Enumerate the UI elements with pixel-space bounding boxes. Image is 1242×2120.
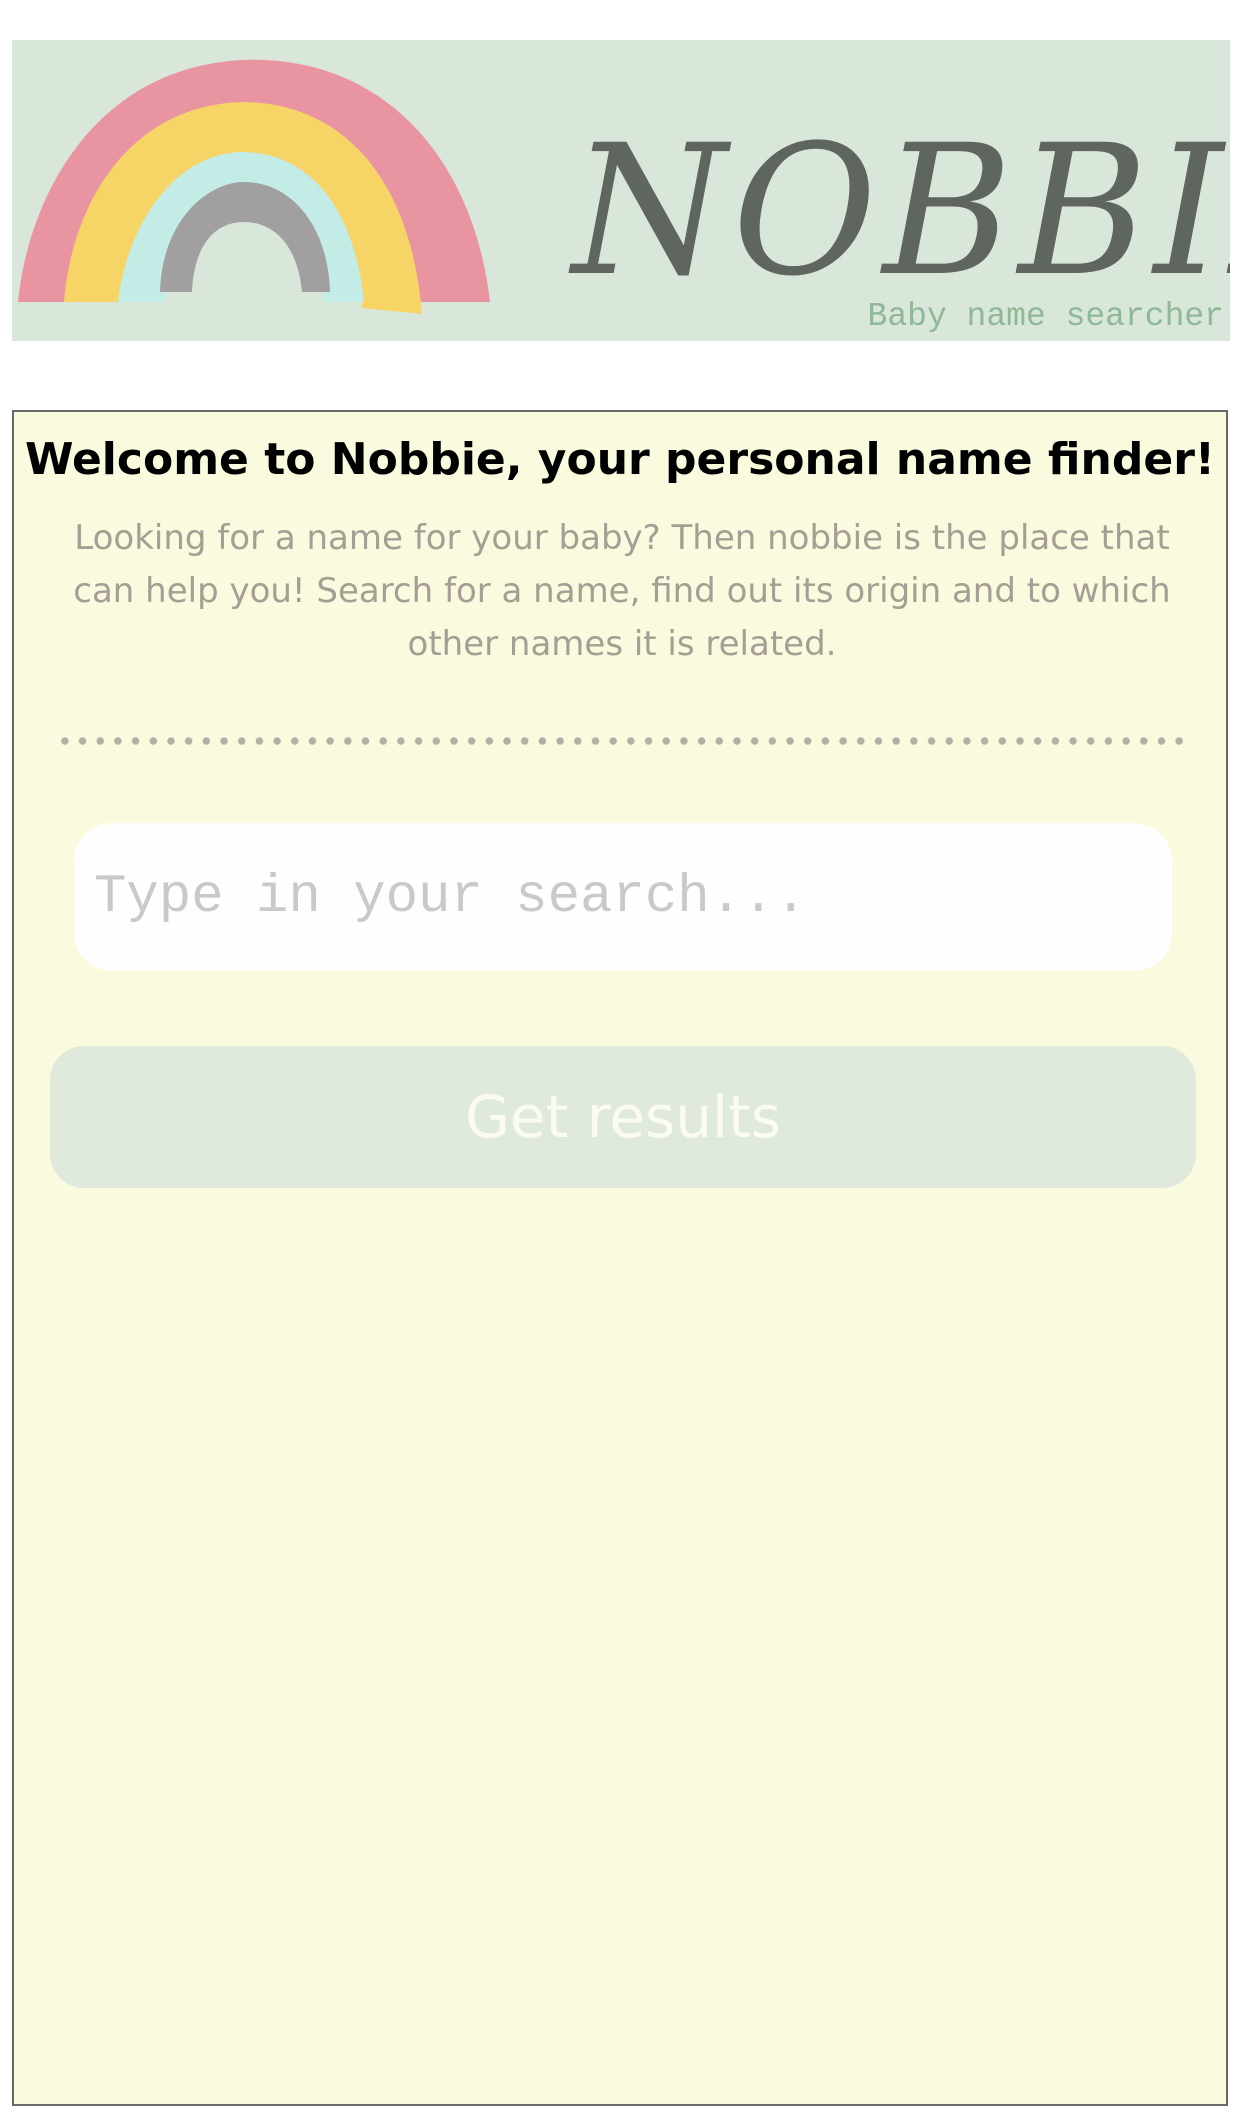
- main-card: Welcome to Nobbie, your personal name fi…: [12, 410, 1228, 2106]
- intro-text: Looking for a name for your baby? Then n…: [73, 518, 1171, 664]
- welcome-title: Welcome to Nobbie, your personal name fi…: [25, 434, 1215, 485]
- search-input[interactable]: [74, 823, 1172, 971]
- header-banner: NOBBIE Baby name searcher: [12, 40, 1230, 341]
- dotted-divider: [56, 736, 1188, 746]
- rainbow-icon: [12, 40, 532, 341]
- brand-tagline: Baby name searcher: [867, 298, 1224, 335]
- get-results-button[interactable]: Get results: [50, 1046, 1196, 1188]
